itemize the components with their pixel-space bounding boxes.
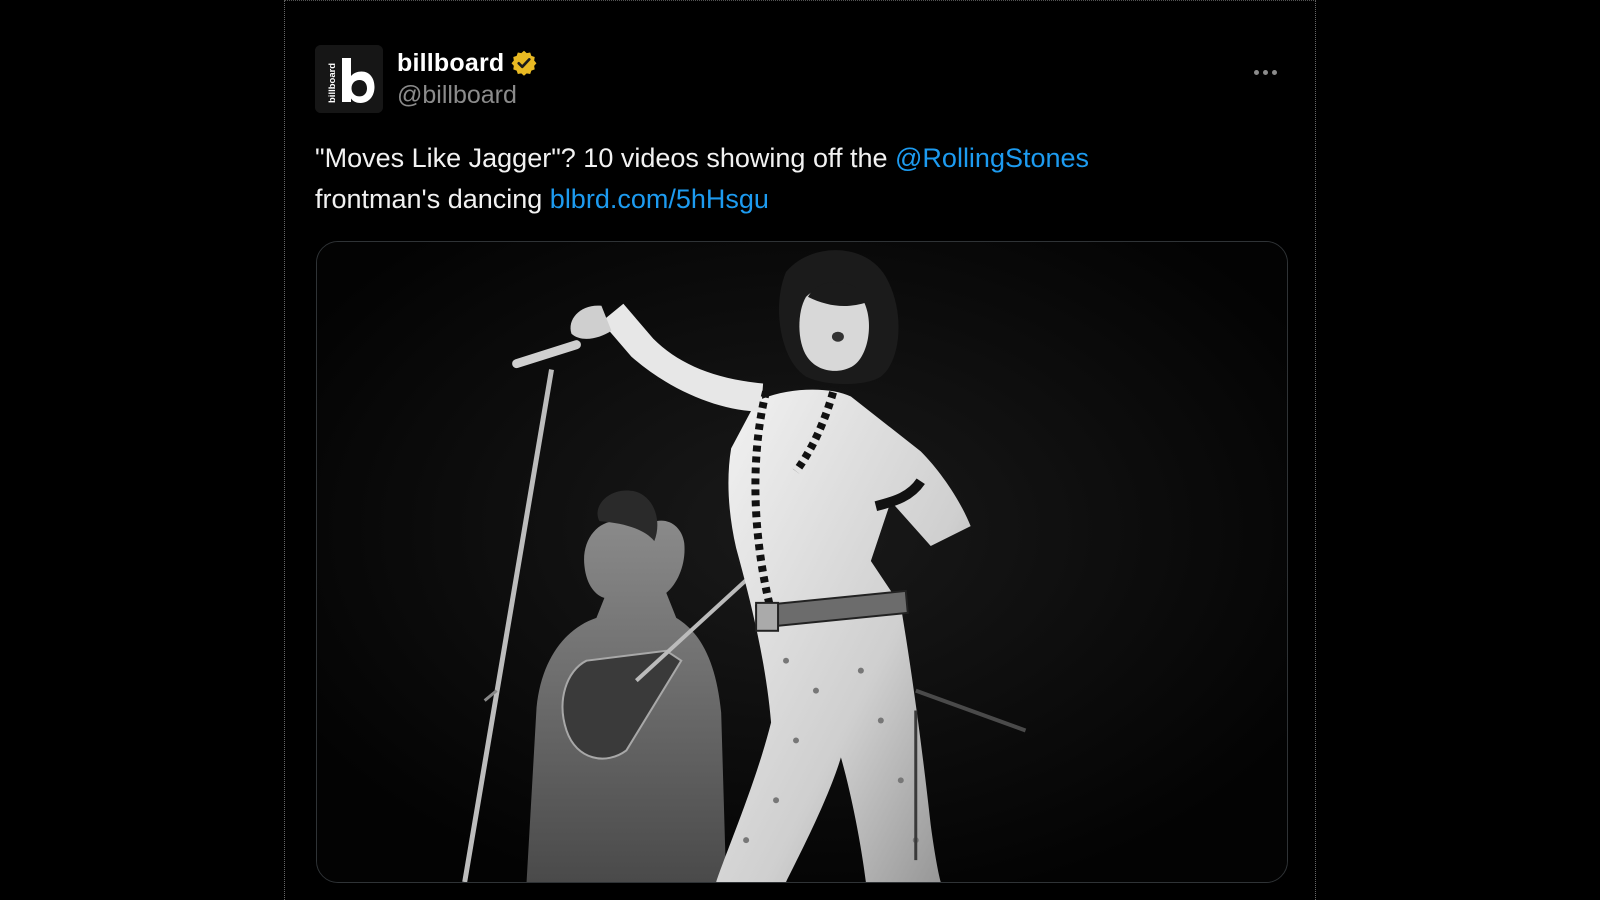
tweet-text: "Moves Like Jagger"? 10 videos showing o… (315, 138, 1275, 220)
billboard-logo-icon: billboard (315, 45, 383, 113)
more-options-icon (1253, 69, 1259, 75)
more-options-icon-dot (1271, 69, 1277, 75)
url-link[interactable]: blbrd.com/5hHsgu (550, 184, 769, 214)
more-options-icon-dot (1262, 69, 1268, 75)
tweet-media-photo[interactable] (316, 241, 1288, 883)
more-options-button[interactable] (1245, 57, 1285, 87)
tweet-card[interactable]: billboard billboard @billboard "Moves Li… (284, 0, 1316, 900)
tweet-header: billboard billboard @billboard (315, 45, 1285, 115)
tweet-text-part1: "Moves Like Jagger"? 10 videos showing o… (315, 143, 896, 173)
concert-photo-image (317, 242, 1287, 882)
avatar-logo-text: billboard (327, 63, 338, 103)
author-block: billboard @billboard (397, 47, 538, 110)
gold-verified-badge-icon[interactable] (510, 49, 538, 77)
author-display-name[interactable]: billboard (397, 49, 504, 78)
tweet-text-part2: frontman's dancing (315, 184, 550, 214)
avatar[interactable]: billboard (315, 45, 383, 113)
author-handle[interactable]: @billboard (397, 81, 538, 110)
mention-link[interactable]: @RollingStones (895, 143, 1089, 173)
